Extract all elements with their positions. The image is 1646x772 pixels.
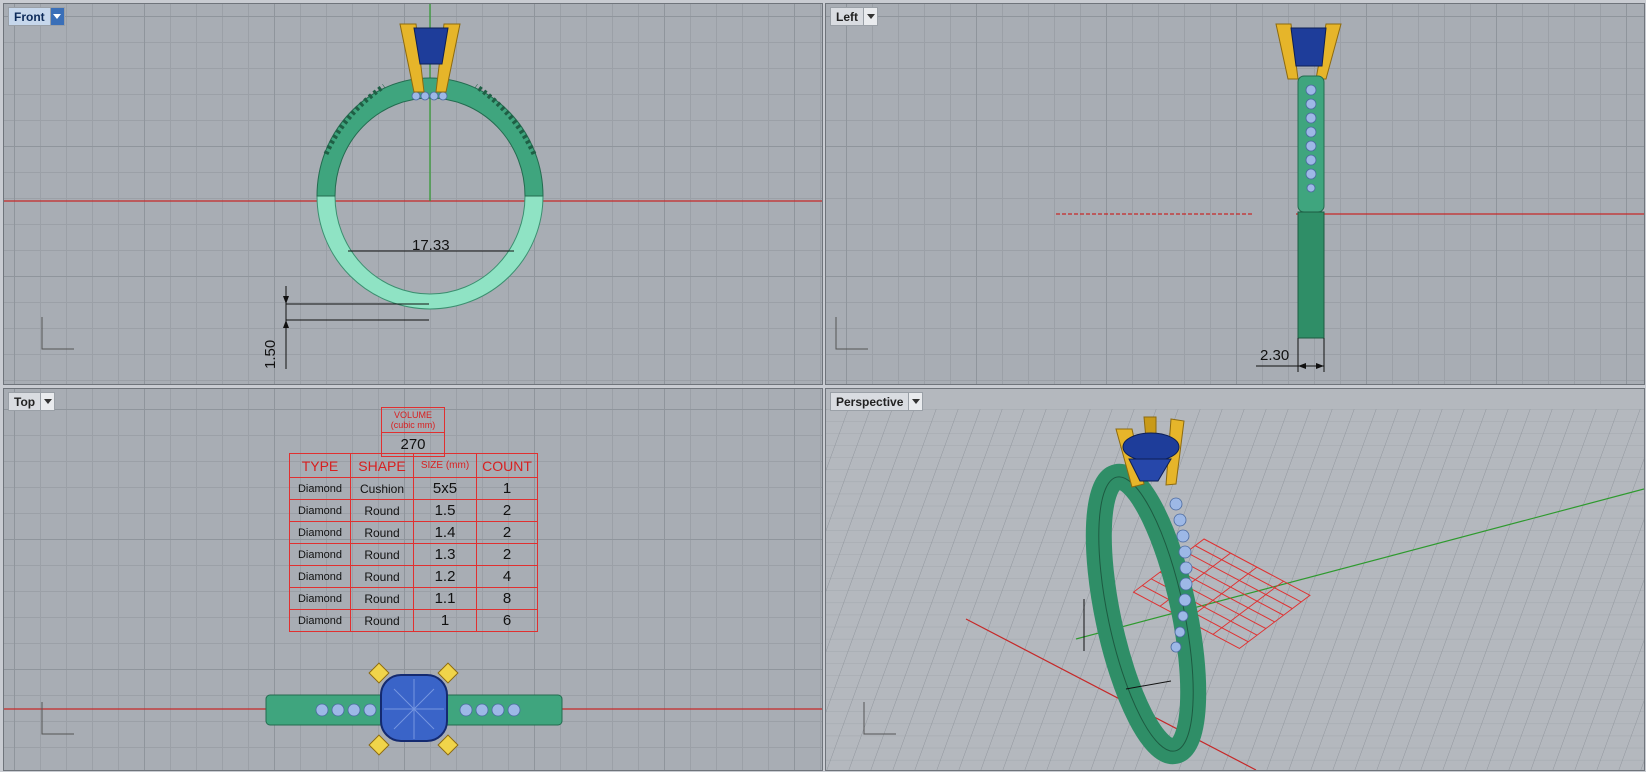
- cell-type: Diamond: [289, 587, 351, 610]
- stone-table: TYPE SHAPE SIZE (mm) COUNT Diamond Cushi…: [289, 453, 538, 632]
- cell-size: 1.1: [413, 587, 477, 610]
- cell-count: 1: [476, 477, 538, 500]
- table-row: Diamond Round 1.1 8: [289, 587, 538, 610]
- viewport-label: Perspective: [836, 394, 904, 409]
- header-size: SIZE (mm): [413, 453, 477, 478]
- left-viewport[interactable]: 2.30 Left: [825, 3, 1645, 385]
- cell-type: Diamond: [289, 521, 351, 544]
- volume-box: VOLUME (cubic mm) 270: [381, 407, 445, 457]
- viewport-menu-dropdown-icon[interactable]: [863, 8, 877, 25]
- table-row: Diamond Round 1.5 2: [289, 499, 538, 522]
- cell-count: 8: [476, 587, 538, 610]
- center-stone: [1122, 432, 1180, 462]
- table-row: Diamond Round 1 6: [289, 609, 538, 632]
- cell-size: 1.4: [413, 521, 477, 544]
- cell-shape: Cushion: [350, 477, 414, 500]
- cell-count: 4: [476, 565, 538, 588]
- axis-icon: [835, 317, 868, 350]
- cell-size: 1: [413, 609, 477, 632]
- cell-shape: Round: [350, 609, 414, 632]
- table-header-row: TYPE SHAPE SIZE (mm) COUNT: [289, 453, 538, 478]
- cell-size: 1.5: [413, 499, 477, 522]
- band-thickness-value: 1.50: [262, 339, 279, 369]
- axis-icon: [41, 317, 74, 350]
- cell-shape: Round: [350, 543, 414, 566]
- cell-shape: Round: [350, 499, 414, 522]
- cell-shape: Round: [350, 587, 414, 610]
- table-row: Diamond Round 1.2 4: [289, 565, 538, 588]
- top-viewport[interactable]: VOLUME (cubic mm) 270 TYPE SHAPE SIZE (m…: [3, 388, 823, 771]
- cell-count: 2: [476, 499, 538, 522]
- cell-type: Diamond: [289, 609, 351, 632]
- perspective-viewport[interactable]: Perspective: [825, 388, 1645, 771]
- volume-label-line1: VOLUME: [393, 410, 432, 420]
- center-stone: [413, 27, 449, 65]
- cell-count: 6: [476, 609, 538, 632]
- header-shape: SHAPE: [350, 453, 414, 478]
- tab-top[interactable]: Top: [8, 392, 56, 411]
- band-width-value: 2.30: [1260, 347, 1290, 364]
- tab-perspective[interactable]: Perspective: [830, 392, 924, 411]
- cell-type: Diamond: [289, 477, 351, 500]
- center-stone: [1290, 27, 1327, 67]
- front-view-canvas: [4, 4, 822, 369]
- viewport-label: Left: [836, 9, 858, 24]
- table-row: Diamond Round 1.4 2: [289, 521, 538, 544]
- tab-left[interactable]: Left: [830, 7, 878, 26]
- front-viewport[interactable]: 17.33 1.50 Front: [3, 3, 823, 385]
- viewport-label: Front: [14, 9, 45, 24]
- viewport-menu-dropdown-icon[interactable]: [40, 393, 55, 410]
- cell-type: Diamond: [289, 543, 351, 566]
- cell-shape: Round: [350, 565, 414, 588]
- cell-size: 5x5: [413, 477, 477, 500]
- cell-type: Diamond: [289, 565, 351, 588]
- axis-icon: [41, 702, 74, 735]
- cell-size: 1.2: [413, 565, 477, 588]
- cell-type: Diamond: [289, 499, 351, 522]
- tab-front[interactable]: Front: [8, 7, 65, 26]
- viewport-label: Top: [14, 394, 36, 409]
- header-type: TYPE: [289, 453, 351, 478]
- inner-diameter-value: 17.33: [412, 237, 450, 254]
- cell-count: 2: [476, 543, 538, 566]
- viewport-menu-dropdown-icon[interactable]: [908, 393, 923, 410]
- cell-shape: Round: [350, 521, 414, 544]
- cell-size: 1.3: [413, 543, 477, 566]
- viewport-menu-dropdown-icon[interactable]: [49, 8, 64, 25]
- header-count: COUNT: [476, 453, 538, 478]
- perspective-view-canvas: [826, 409, 1644, 770]
- cell-count: 2: [476, 521, 538, 544]
- shank-lower: [1297, 211, 1325, 339]
- left-view-canvas: [835, 23, 1644, 372]
- table-row: Diamond Cushion 5x5 1: [289, 477, 538, 500]
- volume-label-line2: (cubic mm): [390, 420, 436, 430]
- table-row: Diamond Round 1.3 2: [289, 543, 538, 566]
- volume-label: VOLUME (cubic mm): [382, 408, 444, 433]
